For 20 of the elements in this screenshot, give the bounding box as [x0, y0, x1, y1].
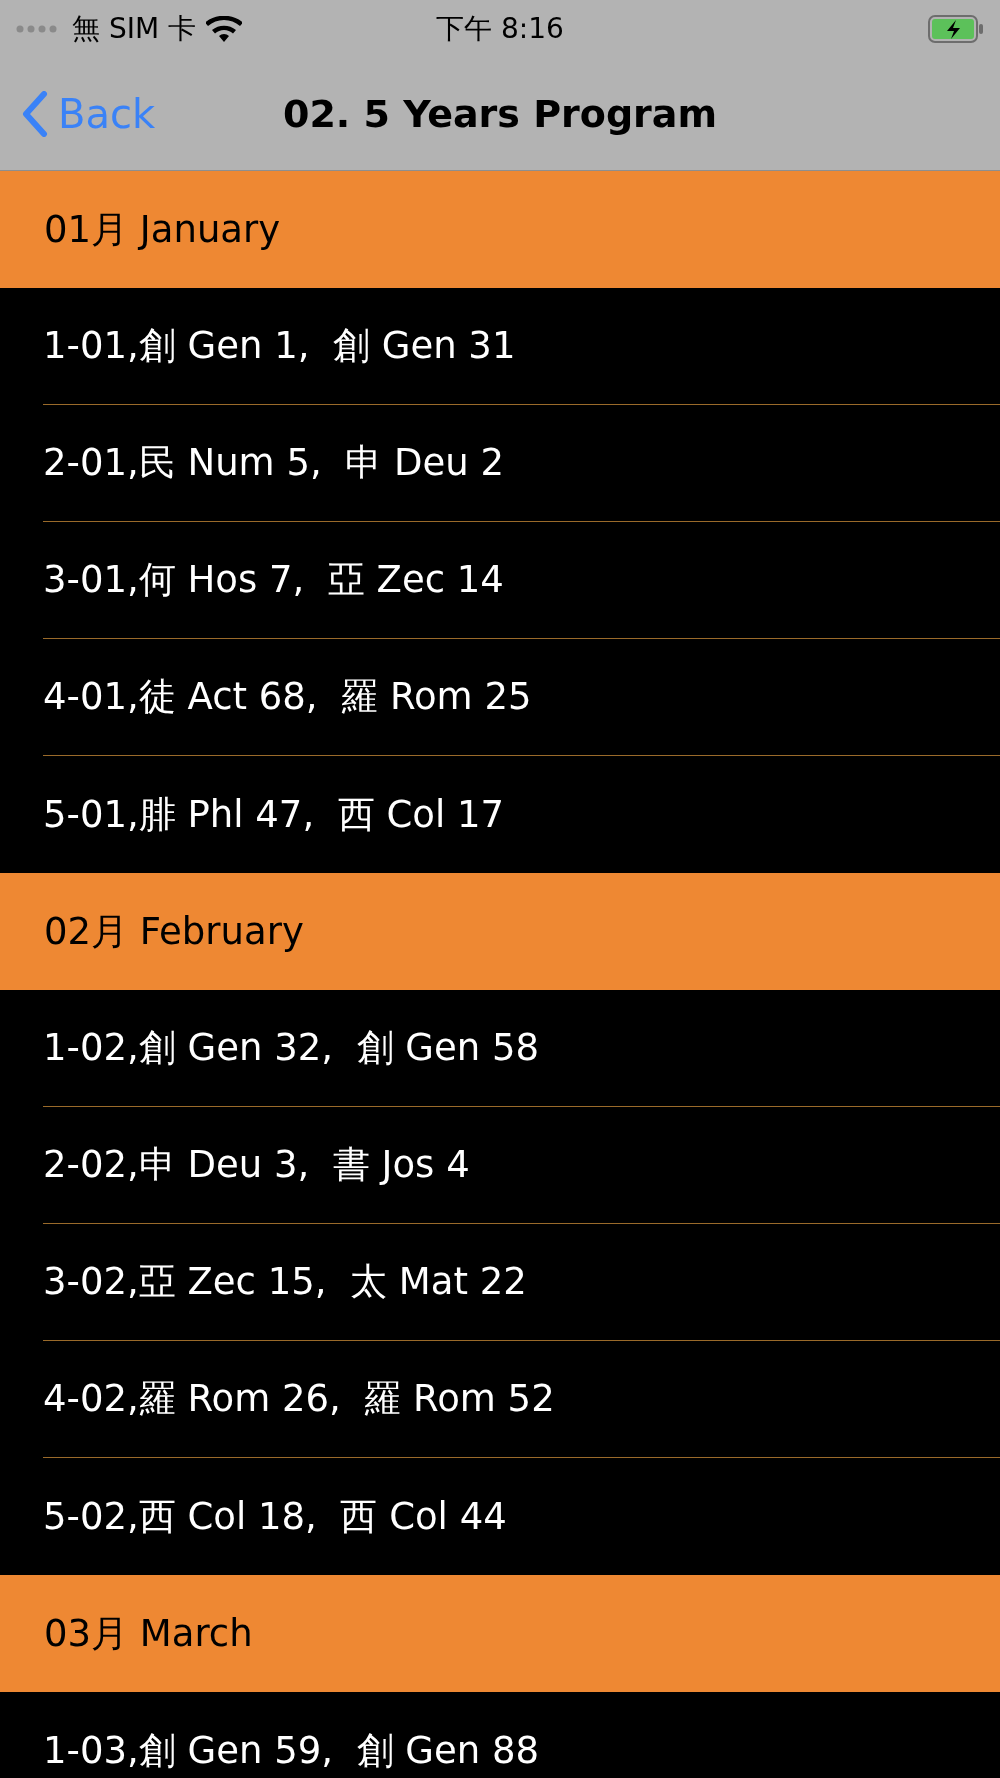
reading-row[interactable]: 1-02,創 Gen 32, 創 Gen 58: [43, 1023, 539, 1073]
chevron-icon: [22, 91, 48, 137]
battery-icon: [928, 15, 984, 43]
reading-row[interactable]: 2-01,民 Num 5, 申 Deu 2: [43, 438, 505, 488]
section-header: 02月 February: [0, 873, 1000, 990]
screen-title: 02. 5 Years Program: [282, 92, 718, 136]
reading-row[interactable]: 1-03,創 Gen 59, 創 Gen 88: [43, 1725, 539, 1776]
reading-row[interactable]: 3-01,何 Hos 7, 亞 Zec 14: [43, 555, 504, 605]
reading-row[interactable]: 4-01,徒 Act 68, 羅 Rom 25: [43, 672, 532, 722]
time-label: 下午 8:16: [436, 11, 564, 47]
reading-row[interactable]: 5-02,西 Col 18, 西 Col 44: [43, 1491, 507, 1542]
wifi-icon: [206, 16, 242, 42]
reading-row[interactable]: 5-01,腓 Phl 47, 西 Col 17: [43, 789, 505, 840]
section-header: 01月 January: [0, 171, 1000, 288]
reading-row[interactable]: 1-01,創 Gen 1, 創 Gen 31: [43, 321, 516, 371]
reading-row[interactable]: 4-02,羅 Rom 26, 羅 Rom 52: [43, 1374, 555, 1424]
reading-row[interactable]: 3-02,亞 Zec 15, 太 Mat 22: [43, 1257, 527, 1307]
section-header: 03月 March: [0, 1575, 1000, 1692]
reading-row[interactable]: 2-02,申 Deu 3, 書 Jos 4: [43, 1140, 470, 1190]
carrier-label: 無 SIM 卡: [72, 11, 196, 47]
